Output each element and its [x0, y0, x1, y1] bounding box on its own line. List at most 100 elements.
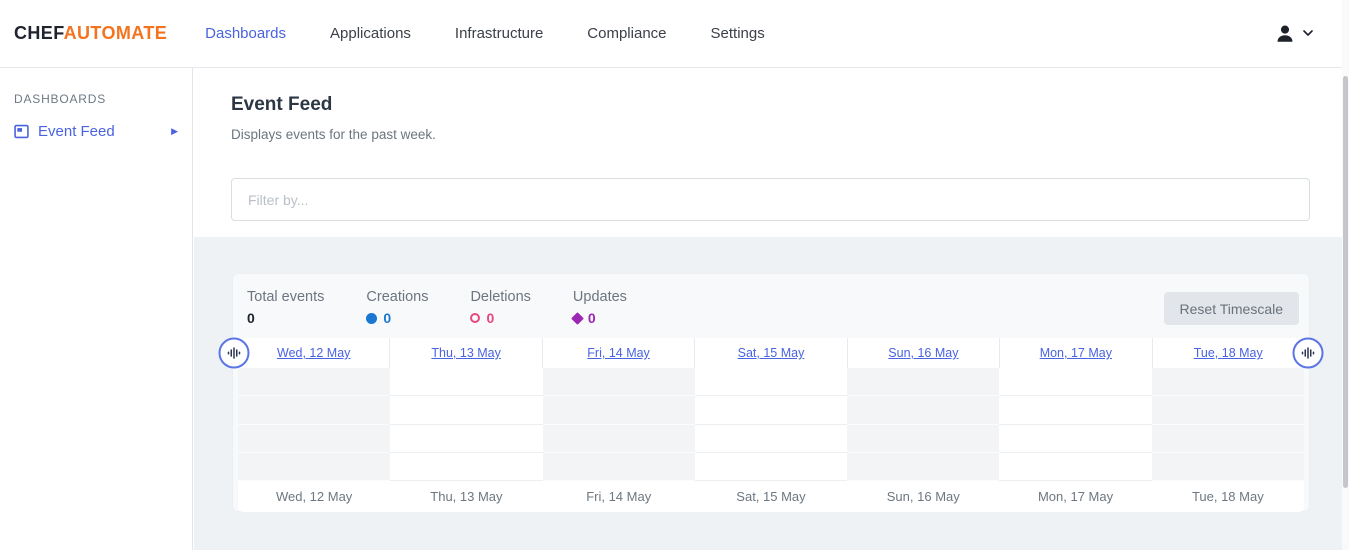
sidebar-items: Event Feed ▶	[0, 123, 192, 140]
day-link-sat-15-may[interactable]: Sat, 15 May	[738, 346, 805, 360]
grid-cell	[543, 453, 695, 481]
day-header-cell: Wed, 12 May	[238, 338, 390, 368]
stat-value: 0	[470, 310, 530, 326]
grid-cell	[999, 368, 1151, 396]
slider-bars-icon	[1302, 347, 1315, 360]
stat-value: 0	[366, 310, 428, 326]
grid-cell	[999, 453, 1151, 481]
grid-cell	[847, 396, 999, 424]
grid-cell	[1152, 453, 1304, 481]
sidebar-item-label: Event Feed	[38, 123, 115, 140]
person-icon	[1274, 23, 1296, 45]
nav-item-settings[interactable]: Settings	[711, 25, 765, 42]
grid-cell	[847, 425, 999, 453]
scrollbar[interactable]	[1342, 0, 1349, 550]
stat-value: 0	[247, 310, 324, 326]
stat-deletions: Deletions 0	[470, 289, 530, 326]
grid-cell	[543, 396, 695, 424]
day-link-thu-13-may[interactable]: Thu, 13 May	[431, 346, 500, 360]
stat-label: Creations	[366, 289, 428, 305]
day-header-cell: Mon, 17 May	[1000, 338, 1152, 368]
sidebar: DASHBOARDS Event Feed ▶	[0, 68, 193, 550]
day-link-tue-18-may[interactable]: Tue, 18 May	[1194, 346, 1263, 360]
outline-circle-icon	[470, 313, 480, 323]
stat-label: Deletions	[470, 289, 530, 305]
nav-item-applications[interactable]: Applications	[330, 25, 411, 42]
stat-total-events: Total events 0	[247, 289, 324, 326]
grid-cell	[847, 368, 999, 396]
stat-creations: Creations 0	[366, 289, 428, 326]
timescale-right-handle[interactable]	[1293, 338, 1324, 369]
event-timeline-card: Total events0Creations0Deletions0Updates…	[232, 273, 1310, 512]
diamond-icon	[571, 312, 584, 325]
grid-cell	[390, 396, 542, 424]
nav-item-dashboards[interactable]: Dashboards	[205, 25, 286, 42]
day-axis-label: Thu, 13 May	[390, 481, 542, 512]
grid-cell	[543, 368, 695, 396]
timeline-header: Wed, 12 May Thu, 13 May Fri, 14 May Sat, 15…	[238, 338, 1304, 368]
grid-cell	[999, 396, 1151, 424]
day-link-fri-14-may[interactable]: Fri, 14 May	[587, 346, 650, 360]
nav-item-infrastructure[interactable]: Infrastructure	[455, 25, 543, 42]
grid-cell	[238, 425, 390, 453]
day-axis-label: Mon, 17 May	[999, 481, 1151, 512]
user-menu[interactable]	[1274, 23, 1325, 45]
day-axis-label: Wed, 12 May	[238, 481, 390, 512]
day-link-sun-16-may[interactable]: Sun, 16 May	[888, 346, 958, 360]
stat-count: 0	[247, 310, 255, 326]
filter-input[interactable]	[231, 178, 1310, 221]
main-nav: Dashboards Applications Infrastructure Comp…	[205, 25, 809, 42]
event-grid	[238, 368, 1304, 481]
grid-cell	[695, 453, 847, 481]
grid-cell	[390, 368, 542, 396]
timescale-left-handle[interactable]	[219, 338, 250, 369]
stats-group: Total events0Creations0Deletions0Updates…	[247, 289, 669, 326]
grid-cell	[238, 368, 390, 396]
day-axis-label: Fri, 14 May	[543, 481, 695, 512]
grid-cell	[999, 425, 1151, 453]
page-title: Event Feed	[231, 94, 1349, 116]
slider-bars-icon	[228, 347, 241, 360]
expand-arrow-icon: ▶	[171, 126, 178, 137]
day-axis-labels: Wed, 12 MayThu, 13 MayFri, 14 MaySat, 15…	[238, 481, 1304, 512]
day-link-wed-12-may[interactable]: Wed, 12 May	[277, 346, 350, 360]
sidebar-item-event-feed[interactable]: Event Feed ▶	[0, 123, 192, 140]
stat-updates: Updates0	[573, 289, 627, 326]
grid-cell	[847, 453, 999, 481]
logo-automate: AUTOMATE	[64, 23, 168, 43]
stat-value: 0	[573, 310, 627, 326]
grid-cell	[695, 396, 847, 424]
day-axis-label: Tue, 18 May	[1152, 481, 1304, 512]
grid-cell	[695, 425, 847, 453]
day-header-cell: Sun, 16 May	[848, 338, 1000, 368]
sidebar-heading: DASHBOARDS	[0, 92, 192, 106]
grid-cell	[390, 453, 542, 481]
stat-count: 0	[486, 310, 494, 326]
reset-timescale-button[interactable]: Reset Timescale	[1164, 292, 1299, 325]
grid-cell	[543, 425, 695, 453]
chevron-down-icon	[1303, 30, 1313, 37]
grid-cell	[1152, 425, 1304, 453]
event-feed-section: Total events0Creations0Deletions0Updates…	[194, 237, 1343, 550]
event-feed-icon	[14, 124, 29, 139]
nav-item-compliance[interactable]: Compliance	[587, 25, 666, 42]
logo-chef: CHEF	[14, 23, 64, 43]
top-nav: CHEFAUTOMATE Dashboards Applications Infra…	[0, 0, 1349, 68]
day-axis-label: Sat, 15 May	[695, 481, 847, 512]
page-subtitle: Displays events for the past week.	[231, 127, 1349, 142]
day-link-mon-17-may[interactable]: Mon, 17 May	[1040, 346, 1112, 360]
grid-cell	[390, 425, 542, 453]
day-header-cell: Tue, 18 May	[1153, 338, 1304, 368]
day-axis-label: Sun, 16 May	[847, 481, 999, 512]
main-content: Event Feed Displays events for the past …	[194, 68, 1349, 550]
chef-automate-logo[interactable]: CHEFAUTOMATE	[14, 23, 167, 44]
stat-label: Total events	[247, 289, 324, 305]
stats-row: Total events0Creations0Deletions0Updates…	[233, 274, 1309, 326]
day-header-cell: Fri, 14 May	[543, 338, 695, 368]
filled-circle-icon	[366, 313, 377, 324]
stat-count: 0	[588, 310, 596, 326]
page-head: Event Feed Displays events for the past …	[194, 68, 1349, 142]
grid-cell	[1152, 396, 1304, 424]
scrollbar-thumb[interactable]	[1343, 76, 1348, 488]
stat-count: 0	[383, 310, 391, 326]
